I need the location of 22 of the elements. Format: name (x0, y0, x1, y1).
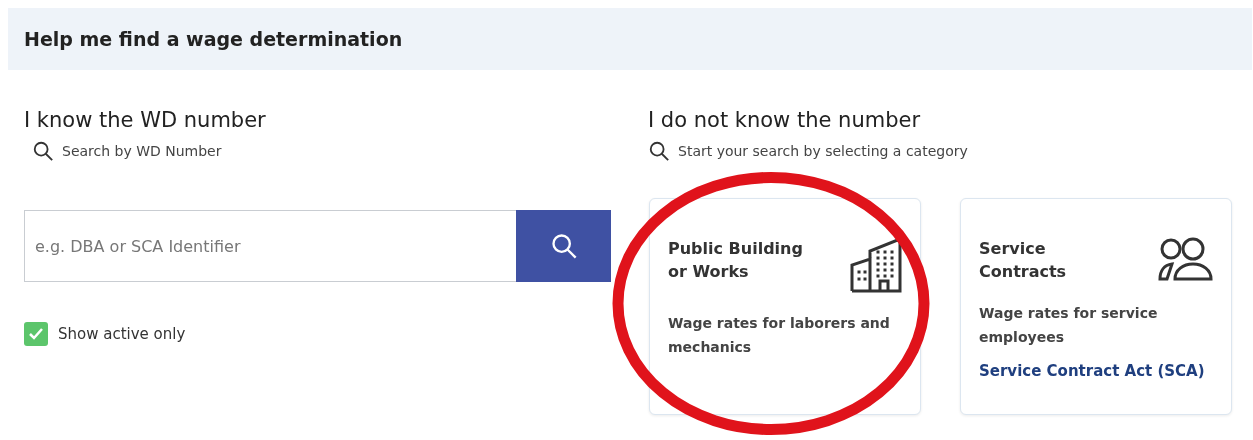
card-title: Public Building or Works (668, 238, 804, 283)
hint-text: Search by WD Number (62, 143, 222, 159)
search-icon (32, 140, 54, 162)
search-button[interactable] (516, 210, 611, 282)
checkbox-label: Show active only (58, 325, 186, 343)
hint-text: Start your search by selecting a category (678, 143, 968, 159)
search-field[interactable]: e.g. DBA or SCA Identifier (24, 210, 516, 282)
card-description: Wage rates for laborers and mechanics (668, 314, 891, 357)
card-title: Service Contracts (979, 238, 1068, 283)
search-icon (549, 232, 578, 260)
building-icon (850, 237, 902, 293)
card-link[interactable]: Service Contract Act (SCA) (979, 362, 1213, 380)
category-card[interactable]: Public Building or Works Wage rates for laborers and mechanics (649, 198, 921, 415)
section-heading: I know the WD number (24, 108, 267, 132)
people-icon (1157, 237, 1213, 281)
section-heading: I do not know the number (648, 108, 922, 132)
checkbox[interactable] (24, 322, 48, 346)
category-card[interactable]: Service Contracts Wage rates for service employees Service Contract Act (SCA) (960, 198, 1232, 415)
search-icon (648, 140, 670, 162)
check-icon (29, 328, 43, 340)
card-description: Wage rates for service employees (979, 304, 1159, 347)
page-title: Help me find a wage determination (24, 28, 403, 50)
